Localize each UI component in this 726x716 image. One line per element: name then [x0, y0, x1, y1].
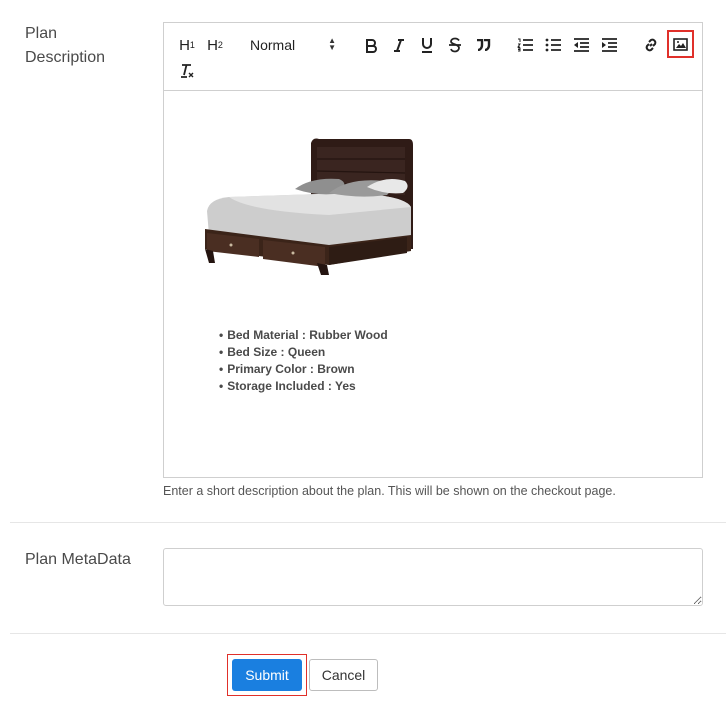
- bullet-list-icon: [545, 38, 561, 52]
- feature-list: Bed Material : Rubber Wood Bed Size : Qu…: [219, 327, 388, 395]
- submit-highlight: Submit: [227, 654, 307, 696]
- clear-format-button[interactable]: [176, 59, 198, 83]
- editor-toolbar: H1 H2 Normal ▲ ▼: [164, 23, 702, 91]
- list-item: Bed Material : Rubber Wood: [219, 327, 387, 344]
- list-item: Storage Included : Yes: [219, 378, 388, 395]
- strike-button[interactable]: [444, 33, 466, 57]
- h1-sub: 1: [189, 40, 195, 50]
- link-icon: [645, 38, 657, 52]
- heading-1-button[interactable]: H1: [176, 33, 198, 57]
- bed-image: [205, 138, 413, 275]
- plan-metadata-label: Plan MetaData: [25, 551, 131, 568]
- bold-button[interactable]: [360, 33, 382, 57]
- section-divider: [10, 633, 726, 634]
- indent-icon: [602, 38, 617, 52]
- image-icon: [673, 37, 688, 51]
- italic-icon: [394, 38, 404, 52]
- format-select-value: Normal: [250, 37, 296, 53]
- insert-image-button[interactable]: [667, 30, 694, 58]
- plan-description-label: Plan Description: [25, 25, 106, 66]
- indent-button[interactable]: [598, 33, 620, 57]
- heading-2-button[interactable]: H2: [204, 33, 226, 57]
- bold-icon: [366, 38, 377, 53]
- plan-metadata-input[interactable]: [163, 548, 703, 606]
- ordered-list-icon: [517, 38, 533, 52]
- editor-content[interactable]: Bed Material : Rubber Wood Bed Size : Qu…: [164, 91, 702, 478]
- list-item: Bed Size : Queen: [219, 344, 388, 361]
- cancel-button[interactable]: Cancel: [309, 659, 378, 691]
- blockquote-button[interactable]: [472, 33, 494, 57]
- underline-button[interactable]: [416, 33, 438, 57]
- strikethrough-icon: [449, 37, 461, 53]
- description-help-text: Enter a short description about the plan…: [163, 484, 616, 498]
- rich-text-editor: H1 H2 Normal ▲ ▼ • Bed Material: Rubber…: [163, 22, 703, 478]
- clear-format-icon: [181, 64, 194, 78]
- link-button[interactable]: [640, 33, 662, 57]
- section-divider: [10, 522, 726, 523]
- h1-label: H: [179, 36, 190, 54]
- bullet-list-button[interactable]: [542, 33, 564, 57]
- h2-label: H: [207, 36, 218, 54]
- list-item: Primary Color : Brown: [219, 361, 388, 378]
- ordered-list-button[interactable]: [514, 33, 536, 57]
- format-select[interactable]: Normal ▲ ▼: [250, 33, 336, 57]
- outdent-icon: [574, 38, 589, 52]
- underline-icon: [422, 38, 432, 53]
- quote-icon: [476, 39, 490, 51]
- italic-button[interactable]: [388, 33, 410, 57]
- submit-button[interactable]: Submit: [232, 659, 302, 691]
- outdent-button[interactable]: [570, 33, 592, 57]
- h2-sub: 2: [217, 40, 223, 50]
- select-caret-icon: ▲ ▼: [328, 36, 336, 52]
